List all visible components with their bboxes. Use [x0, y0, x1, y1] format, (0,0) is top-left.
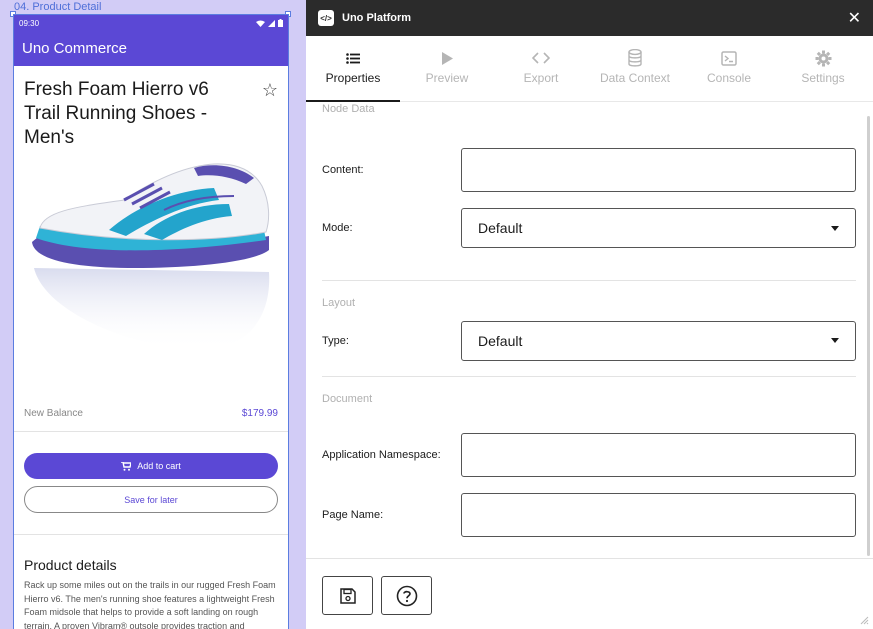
type-row: Type: Default — [322, 320, 856, 361]
namespace-label: Application Namespace: — [322, 449, 441, 461]
tab-label: Properties — [325, 71, 381, 85]
help-icon — [396, 585, 417, 606]
details-text: Rack up some miles out on the trails in … — [24, 580, 276, 629]
save-for-later-label: Save for later — [124, 494, 178, 505]
battery-icon — [278, 19, 283, 27]
footer-divider — [306, 558, 873, 559]
section-title-node-data: Node Data — [322, 103, 375, 115]
product-price: $179.99 — [241, 408, 278, 419]
product-meta: New Balance $179.99 — [14, 408, 288, 419]
play-icon — [441, 49, 453, 67]
product-brand: New Balance — [24, 408, 83, 419]
status-icons — [256, 19, 283, 27]
page-name-input[interactable] — [461, 493, 856, 537]
list-icon — [346, 49, 360, 67]
mode-dropdown[interactable]: Default — [461, 208, 856, 248]
close-icon[interactable]: ✕ — [848, 8, 861, 28]
scrollbar[interactable] — [867, 116, 870, 556]
content-label: Content: — [322, 164, 364, 176]
status-bar: 09:30 — [14, 15, 288, 31]
divider — [14, 431, 288, 432]
add-to-cart-label: Add to cart — [137, 461, 181, 471]
tab-bar: Properties Preview Export Data Context C… — [306, 36, 873, 102]
frame-label: 04. Product Detail — [14, 1, 102, 13]
content-input[interactable] — [461, 148, 856, 192]
uno-logo-icon: </> — [318, 10, 334, 26]
section-divider — [322, 280, 856, 281]
product-title: Fresh Foam Hierro v6 Trail Running Shoes… — [24, 79, 209, 148]
details-title: Product details — [24, 557, 117, 573]
save-icon — [339, 587, 356, 604]
code-icon — [532, 49, 550, 67]
shoe-illustration — [32, 163, 270, 351]
properties-content: Node Data Content: Mode: Default Layout … — [322, 103, 856, 537]
tab-label: Preview — [425, 71, 469, 85]
signal-icon — [268, 19, 275, 27]
product-image — [14, 160, 288, 400]
window-title: Uno Platform — [342, 12, 412, 24]
tab-label: Settings — [801, 71, 845, 85]
mode-value: Default — [478, 220, 523, 236]
chevron-down-icon — [831, 225, 839, 231]
tab-label: Console — [706, 71, 752, 85]
mode-row: Mode: Default — [322, 208, 856, 248]
gear-icon — [815, 49, 832, 67]
chevron-down-icon — [831, 338, 839, 343]
tab-label: Export — [523, 71, 559, 85]
tab-console[interactable]: Console — [682, 36, 776, 101]
tab-data-context[interactable]: Data Context — [588, 36, 682, 101]
cart-icon — [121, 461, 132, 471]
tab-properties[interactable]: Properties — [306, 36, 400, 102]
page-name-row: Page Name: — [322, 493, 856, 537]
type-value: Default — [478, 332, 523, 349]
section-divider — [322, 376, 856, 377]
title-bar: </> Uno Platform ✕ — [306, 0, 873, 36]
terminal-icon — [721, 49, 737, 67]
tab-label: Data Context — [599, 71, 671, 85]
database-icon — [628, 49, 642, 67]
page-name-label: Page Name: — [322, 509, 384, 521]
type-label: Type: — [322, 334, 349, 347]
resize-grip-icon[interactable] — [859, 615, 869, 625]
star-icon[interactable]: ☆ — [262, 80, 278, 150]
app-title: Uno Commerce — [22, 40, 128, 57]
save-for-later-button[interactable]: Save for later — [24, 486, 278, 513]
namespace-row: Application Namespace: — [322, 433, 856, 477]
status-time: 09:30 — [19, 18, 40, 28]
app-bar: Uno Commerce — [14, 31, 288, 66]
tab-export[interactable]: Export — [494, 36, 588, 101]
section-title-layout: Layout — [322, 297, 356, 309]
save-button[interactable] — [322, 576, 373, 615]
type-dropdown[interactable]: Default — [461, 320, 856, 361]
help-button[interactable] — [381, 576, 432, 615]
add-to-cart-button[interactable]: Add to cart — [24, 453, 278, 479]
product-header: Fresh Foam Hierro v6 Trail Running Shoes… — [14, 66, 288, 150]
content-row: Content: — [322, 148, 856, 192]
namespace-input[interactable] — [461, 433, 856, 477]
tab-settings[interactable]: Settings — [776, 36, 870, 101]
device-preview: 09:30 Uno Commerce Fresh Foam Hierro v6 … — [13, 14, 289, 629]
tab-preview[interactable]: Preview — [400, 36, 494, 101]
uno-platform-panel: </> Uno Platform ✕ Properties Preview Ex… — [306, 0, 873, 629]
wifi-icon — [256, 20, 265, 27]
section-title-document: Document — [322, 393, 373, 405]
mode-label: Mode: — [322, 222, 353, 234]
